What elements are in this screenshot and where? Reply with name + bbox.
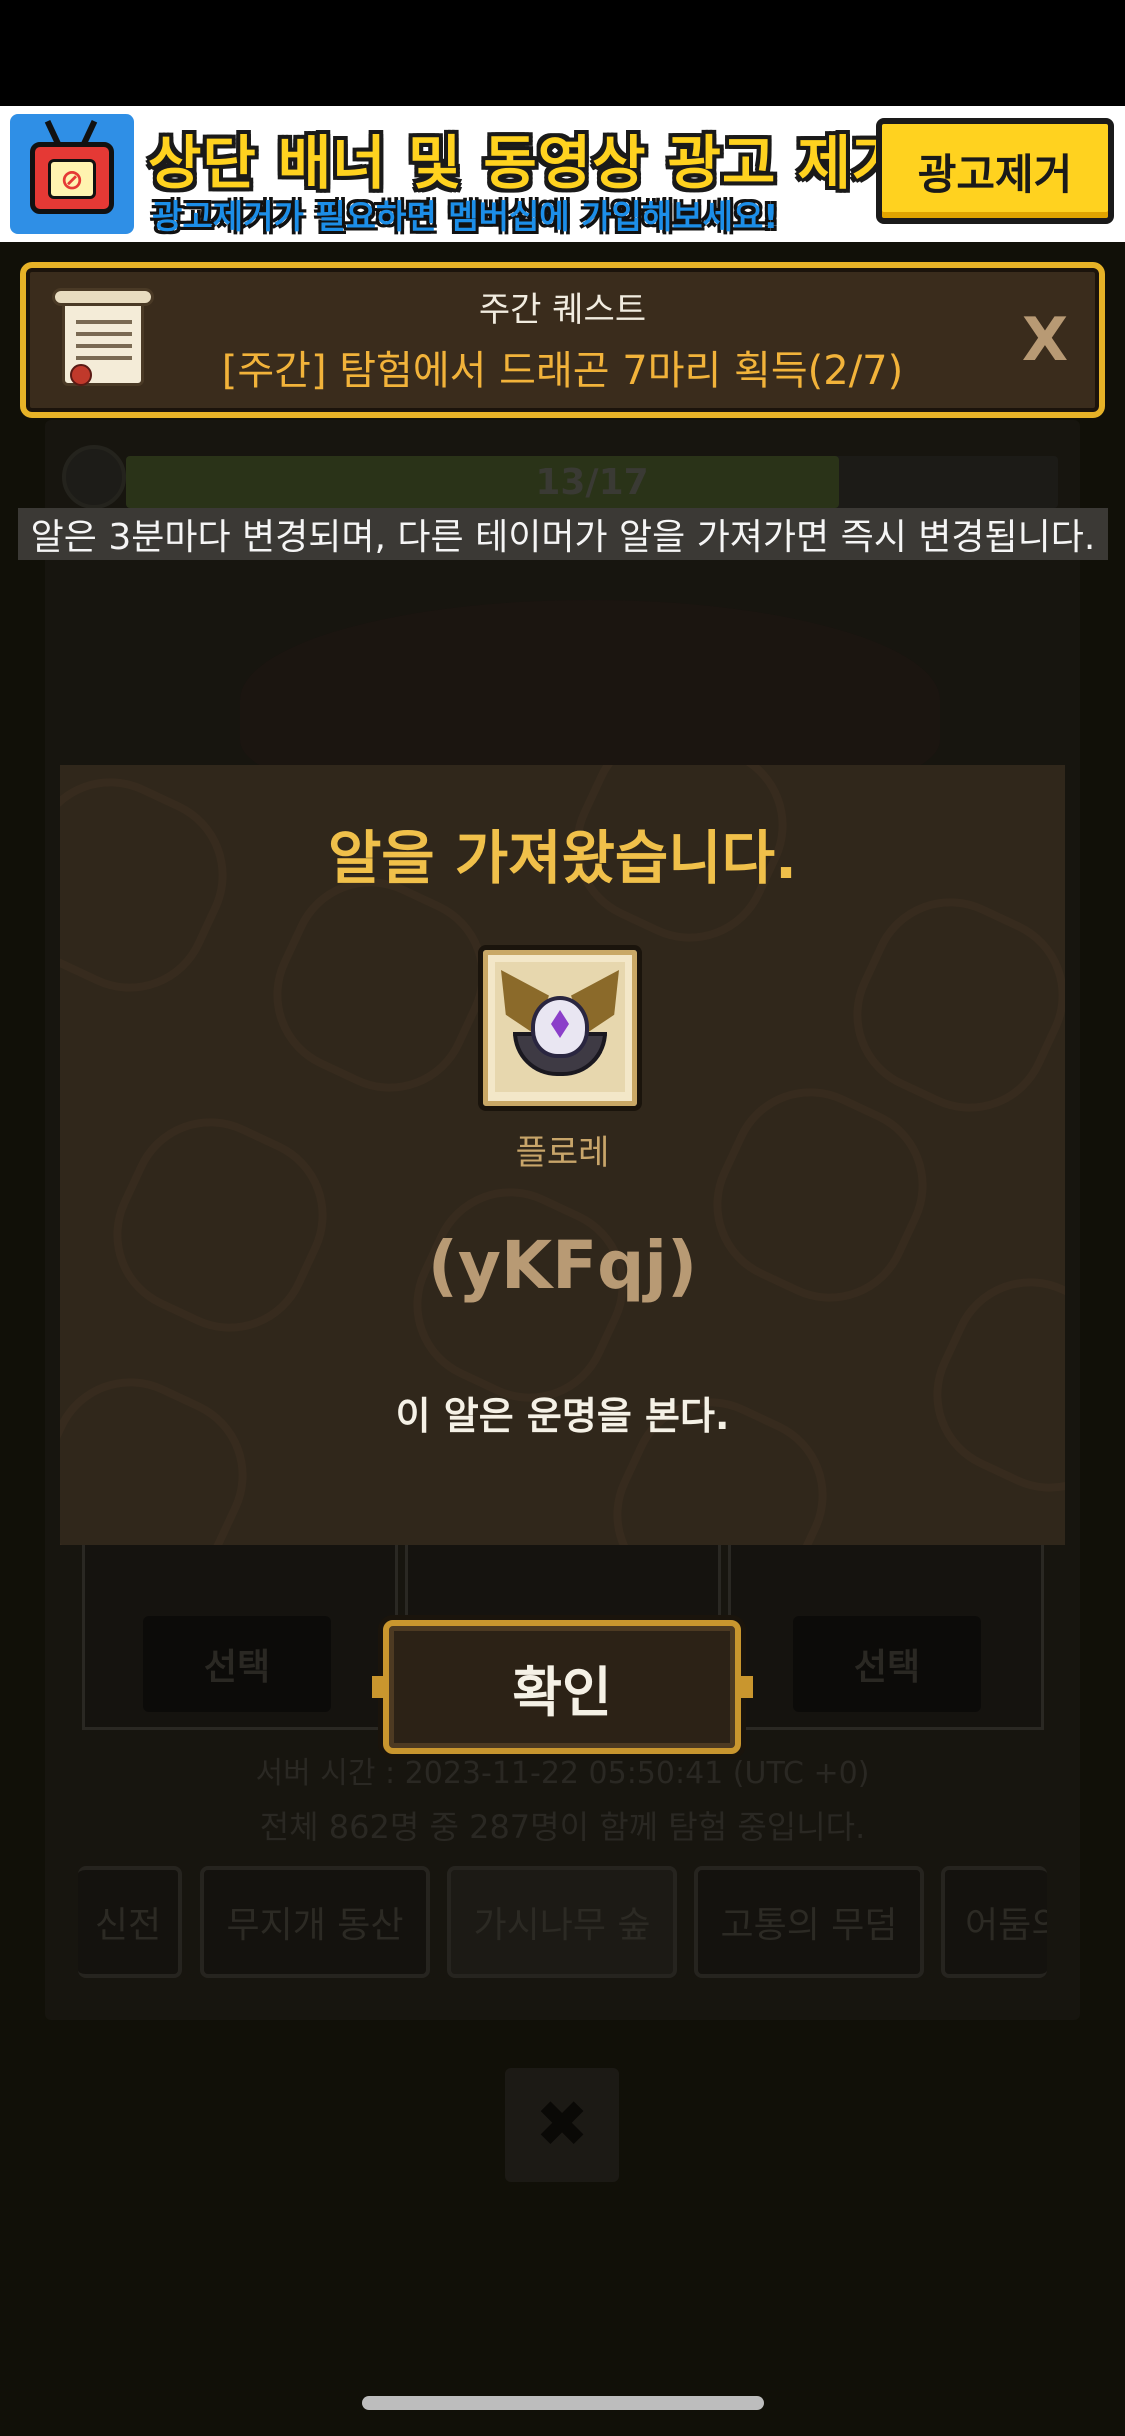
progress-bar: 13/17 xyxy=(126,456,1058,508)
select-button-right[interactable]: 선택 xyxy=(793,1616,981,1712)
ad-banner[interactable]: ⊘ 상단 배너 및 동영상 광고 제거! 광고제거가 필요하면 멤버십에 가입해… xyxy=(0,106,1125,242)
confirm-button[interactable]: 확인 xyxy=(383,1620,741,1754)
status-bar xyxy=(0,0,1125,106)
egg-timer-icon xyxy=(62,445,126,509)
area-tab-thorn-forest[interactable]: 가시나무 숲 xyxy=(447,1866,677,1978)
area-tab-temple[interactable]: 신전 xyxy=(78,1866,182,1978)
quest-title: 주간 퀘스트 xyxy=(478,290,647,330)
confirm-notch-right xyxy=(741,1676,753,1698)
server-time: 서버 시간 : 2023-11-22 05:50:41 (UTC +0) xyxy=(255,1756,870,1791)
quest-description: [주간] 탐험에서 드래곤 7마리 획득(2/7) xyxy=(221,348,904,394)
home-indicator[interactable] xyxy=(362,2396,764,2410)
confirm-notch-left xyxy=(372,1676,384,1698)
close-icon[interactable]: ✖ xyxy=(505,2068,619,2182)
progress-label: 13/17 xyxy=(535,461,649,503)
area-tab-darkness[interactable]: 어둠의 xyxy=(941,1866,1047,1978)
egg-code: (yKFqj) xyxy=(427,1227,698,1304)
egg-obtained-modal: 알을 가져왔습니다. 플로레 (yKFqj) 이 알은 운명을 본다. xyxy=(60,765,1065,1545)
select-button-left[interactable]: 선택 xyxy=(143,1616,331,1712)
egg-icon xyxy=(478,945,642,1111)
egg-description: 이 알은 운명을 본다. xyxy=(395,1394,730,1438)
ad-subtext: 광고제거가 필요하면 멤버십에 가입해보세요! xyxy=(152,197,779,236)
egg-change-notice: 알은 3분마다 변경되며, 다른 테이머가 알을 가져가면 즉시 변경됩니다. xyxy=(18,508,1108,560)
weekly-quest-banner[interactable]: 주간 퀘스트 [주간] 탐험에서 드래곤 7마리 획득(2/7) X xyxy=(20,262,1105,418)
tv-no-ads-icon: ⊘ xyxy=(10,114,134,234)
ad-headline: 상단 배너 및 동영상 광고 제거! xyxy=(148,129,934,197)
modal-title: 알을 가져왔습니다. xyxy=(327,824,798,892)
area-tab-tomb-of-pain[interactable]: 고통의 무덤 xyxy=(694,1866,924,1978)
remove-ads-button[interactable]: 광고제거 xyxy=(876,118,1114,224)
quest-close-button[interactable]: X xyxy=(1015,305,1075,375)
player-count: 전체 862명 중 287명이 함께 탐험 중입니다. xyxy=(259,1808,866,1846)
area-tab-rainbow-hill[interactable]: 무지개 동산 xyxy=(200,1866,430,1978)
confirm-label: 확인 xyxy=(512,1660,612,1724)
egg-name: 플로레 xyxy=(515,1133,610,1173)
